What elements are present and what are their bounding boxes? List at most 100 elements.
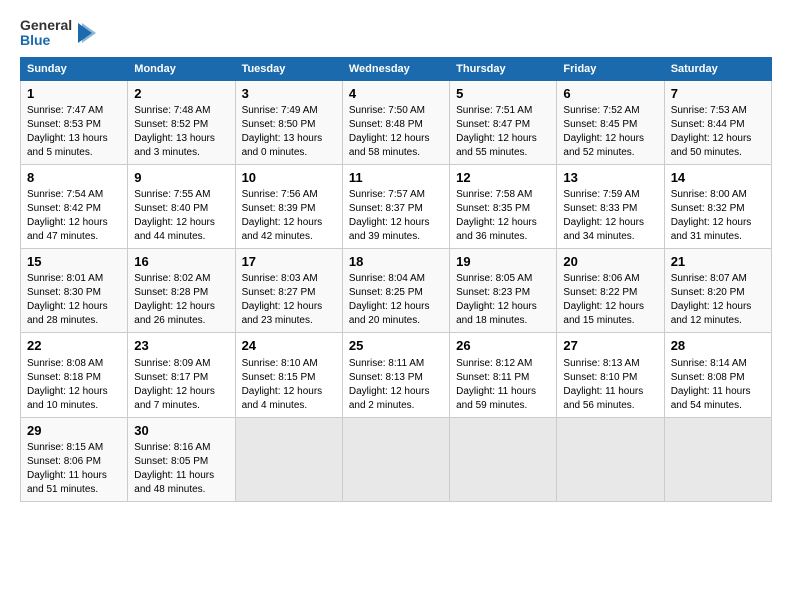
cell-1-7: 7Sunrise: 7:53 AMSunset: 8:44 PMDaylight…: [664, 80, 771, 164]
day-info: Sunset: 8:30 PM: [27, 286, 121, 300]
day-number: 7: [671, 85, 765, 103]
cell-3-6: 20Sunrise: 8:06 AMSunset: 8:22 PMDayligh…: [557, 249, 664, 333]
cell-3-7: 21Sunrise: 8:07 AMSunset: 8:20 PMDayligh…: [664, 249, 771, 333]
day-info: Sunset: 8:06 PM: [27, 455, 121, 469]
cell-2-7: 14Sunrise: 8:00 AMSunset: 8:32 PMDayligh…: [664, 164, 771, 248]
cell-4-7: 28Sunrise: 8:14 AMSunset: 8:08 PMDayligh…: [664, 333, 771, 417]
day-number: 6: [563, 85, 657, 103]
day-info: Daylight: 12 hours: [242, 385, 336, 399]
day-info: Sunset: 8:27 PM: [242, 286, 336, 300]
cell-3-2: 16Sunrise: 8:02 AMSunset: 8:28 PMDayligh…: [128, 249, 235, 333]
day-info: Daylight: 11 hours: [456, 385, 550, 399]
day-info: Sunrise: 7:49 AM: [242, 104, 336, 118]
cell-4-5: 26Sunrise: 8:12 AMSunset: 8:11 PMDayligh…: [450, 333, 557, 417]
day-info: Sunrise: 7:48 AM: [134, 104, 228, 118]
day-info: and 50 minutes.: [671, 146, 765, 160]
day-info: Sunrise: 8:16 AM: [134, 441, 228, 455]
day-info: and 20 minutes.: [349, 314, 443, 328]
day-info: Sunset: 8:23 PM: [456, 286, 550, 300]
day-number: 30: [134, 422, 228, 440]
day-number: 13: [563, 169, 657, 187]
day-info: Daylight: 12 hours: [349, 132, 443, 146]
logo-arrow-icon: [78, 19, 96, 47]
day-info: Sunrise: 8:13 AM: [563, 357, 657, 371]
day-info: Sunrise: 7:50 AM: [349, 104, 443, 118]
day-number: 24: [242, 337, 336, 355]
day-info: Daylight: 12 hours: [349, 216, 443, 230]
day-info: and 4 minutes.: [242, 399, 336, 413]
page: General Blue SundayMondayTuesdayWednesda…: [0, 0, 792, 612]
day-info: Sunset: 8:13 PM: [349, 371, 443, 385]
cell-4-2: 23Sunrise: 8:09 AMSunset: 8:17 PMDayligh…: [128, 333, 235, 417]
cell-2-4: 11Sunrise: 7:57 AMSunset: 8:37 PMDayligh…: [342, 164, 449, 248]
cell-2-5: 12Sunrise: 7:58 AMSunset: 8:35 PMDayligh…: [450, 164, 557, 248]
day-info: Sunrise: 7:54 AM: [27, 188, 121, 202]
day-info: Sunset: 8:11 PM: [456, 371, 550, 385]
day-info: Daylight: 12 hours: [671, 216, 765, 230]
day-info: Sunrise: 7:52 AM: [563, 104, 657, 118]
day-number: 21: [671, 253, 765, 271]
day-info: Sunset: 8:42 PM: [27, 202, 121, 216]
day-info: Sunrise: 8:09 AM: [134, 357, 228, 371]
day-info: Daylight: 13 hours: [134, 132, 228, 146]
header-day-tuesday: Tuesday: [235, 57, 342, 80]
day-number: 4: [349, 85, 443, 103]
day-info: and 34 minutes.: [563, 230, 657, 244]
day-number: 9: [134, 169, 228, 187]
day-info: and 56 minutes.: [563, 399, 657, 413]
day-info: and 28 minutes.: [27, 314, 121, 328]
day-info: Sunset: 8:50 PM: [242, 118, 336, 132]
day-number: 16: [134, 253, 228, 271]
day-info: Sunset: 8:05 PM: [134, 455, 228, 469]
day-info: Daylight: 12 hours: [456, 300, 550, 314]
day-info: and 18 minutes.: [456, 314, 550, 328]
day-info: and 44 minutes.: [134, 230, 228, 244]
day-number: 23: [134, 337, 228, 355]
day-info: Sunrise: 7:57 AM: [349, 188, 443, 202]
cell-4-1: 22Sunrise: 8:08 AMSunset: 8:18 PMDayligh…: [21, 333, 128, 417]
day-info: Sunrise: 8:06 AM: [563, 272, 657, 286]
day-info: Daylight: 13 hours: [242, 132, 336, 146]
day-info: Sunset: 8:25 PM: [349, 286, 443, 300]
day-info: Sunrise: 8:02 AM: [134, 272, 228, 286]
cell-2-2: 9Sunrise: 7:55 AMSunset: 8:40 PMDaylight…: [128, 164, 235, 248]
day-info: and 48 minutes.: [134, 483, 228, 497]
day-info: Sunset: 8:48 PM: [349, 118, 443, 132]
day-info: Sunset: 8:32 PM: [671, 202, 765, 216]
day-info: Sunrise: 8:03 AM: [242, 272, 336, 286]
day-info: Daylight: 11 hours: [27, 469, 121, 483]
day-number: 5: [456, 85, 550, 103]
day-info: Daylight: 12 hours: [563, 300, 657, 314]
day-info: Daylight: 12 hours: [27, 300, 121, 314]
day-info: Sunset: 8:47 PM: [456, 118, 550, 132]
logo-blue-text: Blue: [20, 33, 72, 48]
day-info: and 42 minutes.: [242, 230, 336, 244]
day-info: Daylight: 12 hours: [349, 300, 443, 314]
cell-3-4: 18Sunrise: 8:04 AMSunset: 8:25 PMDayligh…: [342, 249, 449, 333]
cell-2-3: 10Sunrise: 7:56 AMSunset: 8:39 PMDayligh…: [235, 164, 342, 248]
cell-1-1: 1Sunrise: 7:47 AMSunset: 8:53 PMDaylight…: [21, 80, 128, 164]
day-info: Daylight: 12 hours: [563, 132, 657, 146]
day-info: and 54 minutes.: [671, 399, 765, 413]
day-info: and 12 minutes.: [671, 314, 765, 328]
day-info: Sunset: 8:20 PM: [671, 286, 765, 300]
cell-1-4: 4Sunrise: 7:50 AMSunset: 8:48 PMDaylight…: [342, 80, 449, 164]
header-day-wednesday: Wednesday: [342, 57, 449, 80]
day-info: and 36 minutes.: [456, 230, 550, 244]
cell-4-4: 25Sunrise: 8:11 AMSunset: 8:13 PMDayligh…: [342, 333, 449, 417]
day-number: 19: [456, 253, 550, 271]
day-info: Sunset: 8:10 PM: [563, 371, 657, 385]
day-info: Sunset: 8:28 PM: [134, 286, 228, 300]
logo: General Blue: [20, 18, 96, 49]
day-info: Daylight: 12 hours: [349, 385, 443, 399]
day-info: Daylight: 13 hours: [27, 132, 121, 146]
day-info: and 58 minutes.: [349, 146, 443, 160]
day-info: and 26 minutes.: [134, 314, 228, 328]
day-info: Daylight: 12 hours: [671, 300, 765, 314]
day-info: and 0 minutes.: [242, 146, 336, 160]
day-info: and 51 minutes.: [27, 483, 121, 497]
week-row-2: 8Sunrise: 7:54 AMSunset: 8:42 PMDaylight…: [21, 164, 772, 248]
day-info: Daylight: 12 hours: [242, 216, 336, 230]
day-info: and 10 minutes.: [27, 399, 121, 413]
day-number: 25: [349, 337, 443, 355]
